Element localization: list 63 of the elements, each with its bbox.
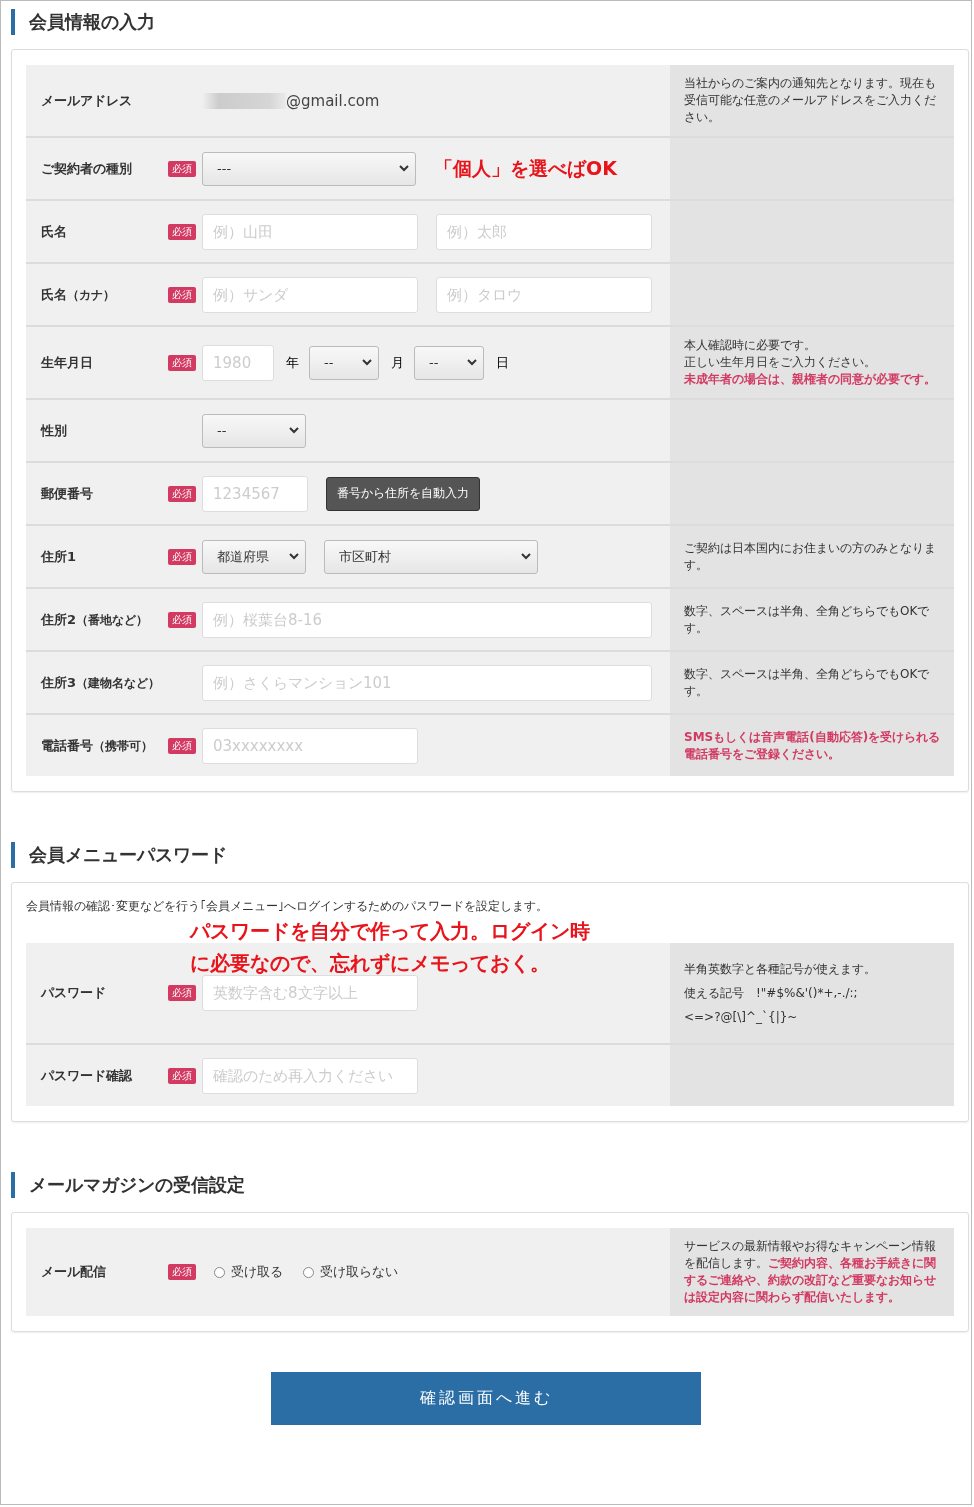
dropdown[interactable]: 都道府県 (202, 539, 306, 574)
required-badge: 必須 (168, 1264, 196, 1280)
section-title: 会員情報の入力 (11, 9, 155, 35)
help-text: ご契約は日本国内にお住まいの方のみとなります。 (684, 539, 937, 574)
field-label: 生年月日 (41, 353, 93, 372)
help-text: サービスの最新情報やお得なキャンペーン情報を配信します。ご契約内容、各種お手続きに関するご連絡や、約款の改訂など重要なお知らせは設定内容に関わらず配信いたします。 (684, 1238, 937, 1306)
field-label: メールアドレス (41, 91, 132, 110)
field-label: パスワード確認 (41, 1066, 132, 1085)
radio-option[interactable]: 受け取る (214, 1263, 283, 1281)
field-label: メール配信 (41, 1263, 106, 1281)
dropdown[interactable]: --- (202, 151, 416, 186)
required-badge: 必須 (168, 1067, 196, 1084)
required-badge: 必須 (168, 286, 196, 303)
unit-label: 年 (286, 353, 299, 372)
radio-option[interactable]: 受け取らない (303, 1263, 398, 1281)
field-label: 氏名 (41, 222, 67, 241)
field-label: 住所2（番地など） (41, 610, 149, 629)
help-text: 使える記号 !"#$%&'()*+,-./:; (684, 985, 859, 1002)
chevron-down-icon (289, 427, 299, 434)
help-text: SMSもしくは音声電話(自動応答)を受けられる電話番号をご登録ください。 (684, 728, 942, 763)
chevron-down-icon (399, 165, 409, 172)
field-label: 氏名（カナ） (41, 285, 115, 304)
required-badge: 必須 (168, 548, 196, 565)
confirm-button[interactable]: 確認画面へ進む (271, 1372, 701, 1425)
required-badge: 必須 (168, 611, 196, 628)
chevron-down-icon (362, 359, 372, 366)
chevron-down-icon (467, 359, 477, 366)
field-label: パスワード (41, 984, 106, 1002)
field-label: 電話番号（携帯可） (41, 736, 153, 755)
annotation-text: 「個人」を選べばOK (434, 155, 617, 181)
help-text: 半角英数字と各種記号が使えます。 (684, 961, 877, 978)
autofill-button[interactable]: 番号から住所を自動入力 (326, 476, 480, 511)
field-label: 住所1 (41, 547, 77, 566)
dropdown[interactable]: -- (202, 413, 306, 448)
required-badge: 必須 (168, 985, 196, 1001)
field-label: 性別 (41, 421, 67, 440)
section-title: 会員メニューパスワード (11, 842, 227, 868)
field-label: 住所3（建物名など） (41, 673, 161, 692)
required-badge: 必須 (168, 160, 196, 177)
chevron-down-icon (289, 553, 299, 560)
help-text: 当社からのご案内の通知先となります。現在も受信可能な任意のメールアドレスをご入力ください。 (684, 75, 937, 126)
field-label: ご契約者の種別 (41, 159, 132, 178)
help-text: 正しい生年月日をご入力ください。 (684, 354, 877, 371)
help-text: 本人確認時に必要です。 (684, 337, 817, 354)
required-badge: 必須 (168, 223, 196, 240)
unit-label: 月 (391, 353, 404, 372)
help-text: 数字、スペースは半角、全角どちらでもOKです。 (684, 602, 931, 637)
annotation-text: パスワードを自分で作って入力。ログイン時に必要なので、忘れずにメモっておく。 (190, 918, 591, 977)
required-badge: 必須 (168, 737, 196, 754)
help-text: 未成年者の場合は、親権者の同意が必要です。 (684, 371, 937, 388)
section-title: メールマガジンの受信設定 (11, 1172, 245, 1198)
help-text: 数字、スペースは半角、全角どちらでもOKです。 (684, 665, 931, 700)
section-description: 会員情報の確認･変更などを行う｢会員メニュー｣へログインするためのパスワードを設定します。 (26, 898, 549, 915)
dropdown[interactable]: -- (309, 345, 379, 380)
required-badge: 必須 (168, 485, 196, 502)
dropdown[interactable]: -- (414, 345, 484, 380)
dropdown[interactable]: 市区町村 (324, 539, 538, 574)
unit-label: 日 (496, 353, 509, 372)
email-value: @gmail.com (286, 91, 380, 110)
required-badge: 必須 (168, 354, 196, 371)
help-text: <=>?@[\]^_`{|}~ (684, 1009, 799, 1026)
chevron-down-icon (521, 553, 531, 560)
field-label: 郵便番号 (41, 484, 93, 503)
